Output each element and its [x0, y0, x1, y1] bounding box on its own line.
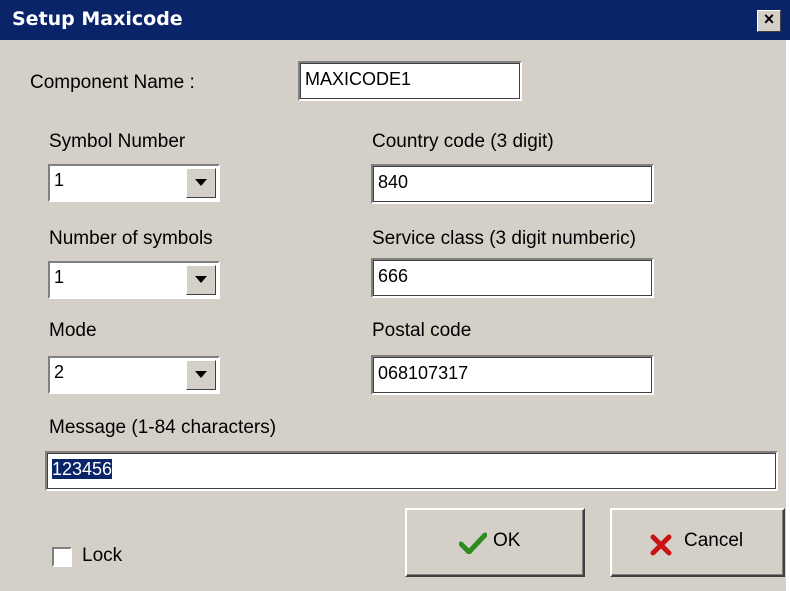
component-name-label: Component Name : — [30, 72, 195, 93]
setup-maxicode-dialog: Setup Maxicode × Component Name : MAXICO… — [0, 0, 790, 591]
symbol-number-value: 1 — [54, 170, 65, 190]
number-of-symbols-label: Number of symbols — [49, 228, 213, 249]
x-cross-icon — [650, 534, 672, 556]
window-title: Setup Maxicode — [12, 8, 183, 30]
service-class-value: 666 — [378, 266, 409, 286]
service-class-input[interactable]: 666 — [371, 258, 654, 298]
ok-button[interactable]: OK — [405, 508, 585, 577]
mode-label: Mode — [49, 320, 97, 341]
mode-dropdown-button[interactable] — [186, 360, 216, 390]
window-edge — [786, 40, 790, 591]
country-code-input[interactable]: 840 — [371, 164, 654, 204]
number-of-symbols-select[interactable]: 1 — [48, 261, 220, 299]
chevron-down-icon — [195, 371, 207, 378]
chevron-down-icon — [195, 179, 207, 186]
mode-select[interactable]: 2 — [48, 356, 220, 394]
message-value: 123456 — [52, 459, 113, 479]
cancel-button[interactable]: Cancel — [610, 508, 785, 577]
checkmark-icon — [459, 532, 487, 554]
postal-code-label: Postal code — [372, 320, 472, 341]
lock-checkbox[interactable] — [52, 547, 72, 567]
symbol-number-select[interactable]: 1 — [48, 164, 220, 202]
close-button[interactable]: × — [757, 9, 781, 32]
close-icon: × — [763, 9, 775, 29]
chevron-down-icon — [195, 276, 207, 283]
title-bar[interactable]: Setup Maxicode × — [0, 0, 790, 40]
symbol-number-dropdown-button[interactable] — [186, 168, 216, 198]
postal-code-value: 068107317 — [378, 363, 469, 383]
message-input[interactable]: 123456 — [45, 451, 778, 491]
cancel-label: Cancel — [684, 530, 744, 551]
lock-label: Lock — [82, 545, 123, 566]
country-code-label: Country code (3 digit) — [372, 131, 554, 152]
number-of-symbols-value: 1 — [54, 267, 65, 287]
symbol-number-label: Symbol Number — [49, 131, 186, 152]
component-name-value: MAXICODE1 — [305, 69, 412, 89]
number-of-symbols-dropdown-button[interactable] — [186, 265, 216, 295]
country-code-value: 840 — [378, 172, 409, 192]
ok-label: OK — [493, 530, 521, 551]
service-class-label: Service class (3 digit numberic) — [372, 228, 636, 249]
message-label: Message (1-84 characters) — [49, 417, 277, 438]
postal-code-input[interactable]: 068107317 — [371, 355, 654, 395]
component-name-input[interactable]: MAXICODE1 — [298, 61, 522, 101]
mode-value: 2 — [54, 362, 65, 382]
